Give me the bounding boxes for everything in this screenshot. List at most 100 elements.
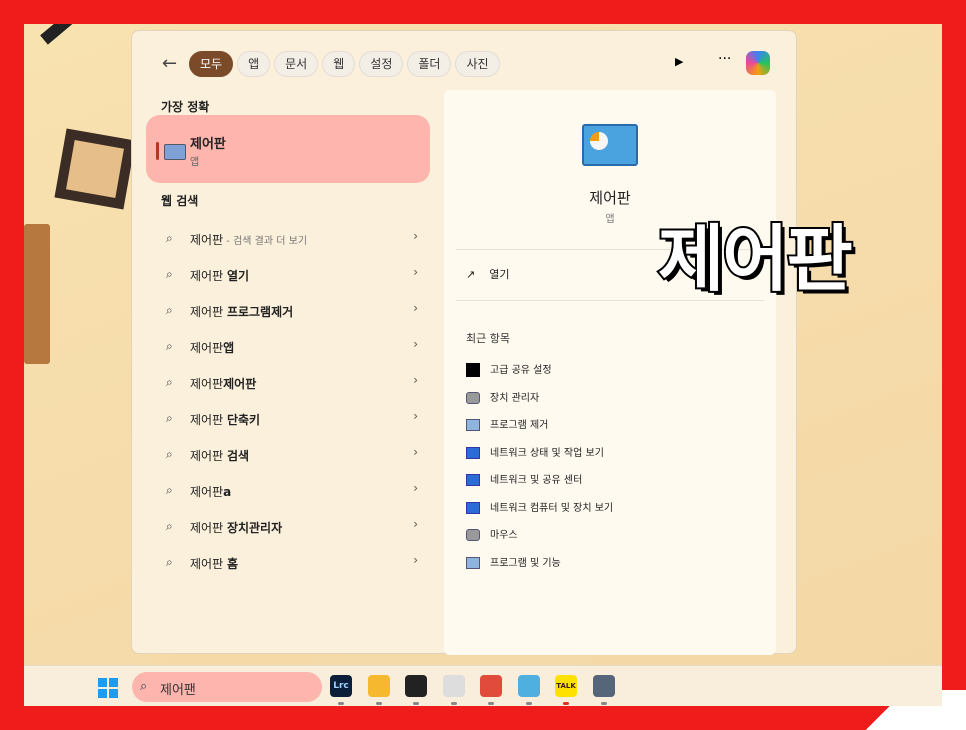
chevron-right-icon[interactable]: › — [413, 517, 418, 531]
chevron-right-icon[interactable]: › — [413, 481, 418, 495]
web-search-item[interactable]: ⌕ 제어판 장치관리자 › — [146, 510, 430, 544]
app-label: TALK — [556, 682, 576, 690]
control-panel-large-icon — [582, 124, 638, 166]
file-explorer-icon[interactable] — [367, 675, 390, 705]
search-icon: ⌕ — [166, 447, 173, 461]
web-search-label: 제어판a — [190, 485, 232, 499]
chevron-right-icon[interactable]: › — [413, 337, 418, 351]
chevron-right-icon[interactable]: › — [413, 553, 418, 567]
filter-chips: 모두 앱 문서 웹 설정 폴더 사진 — [189, 51, 500, 77]
windows-start-icon[interactable] — [98, 678, 118, 698]
filter-chip[interactable]: 앱 — [237, 51, 271, 77]
overlay-title: 제어판 — [656, 215, 855, 303]
recent-item[interactable]: 네트워크 상태 및 작업 보기 — [466, 444, 604, 459]
black-icon — [466, 363, 480, 377]
chevron-right-icon[interactable]: › — [413, 301, 418, 315]
search-panel: ← 모두 앱 문서 웹 설정 폴더 사진 ▶ ··· 가장 정확 제어판 앱 웹 검색 ⌕ 제… — [131, 30, 797, 655]
search-icon: ⌕ — [166, 483, 173, 497]
search-icon: ⌕ — [166, 375, 173, 389]
settings-icon[interactable] — [592, 675, 615, 705]
recent-item-label: 네트워크 상태 및 작업 보기 — [490, 447, 604, 459]
web-search-label: 제어판 프로그램제거 — [190, 305, 294, 319]
web-search-item[interactable]: ⌕ 제어판 프로그램제거 › — [146, 294, 430, 328]
obs-icon[interactable] — [405, 675, 427, 705]
search-icon: ⌕ — [166, 339, 173, 353]
web-search-item[interactable]: ⌕ 제어판a › — [146, 474, 430, 508]
best-match-item[interactable]: 제어판 앱 — [146, 115, 430, 183]
web-search-item[interactable]: ⌕ 제어판 홈 › — [146, 546, 430, 580]
web-search-label: 제어판 열기 — [190, 269, 250, 283]
prog-icon — [466, 419, 480, 431]
recent-item-label: 네트워크 컴퓨터 및 장치 보기 — [490, 502, 614, 514]
web-search-label: 제어판 홈 — [190, 557, 238, 571]
chevron-right-icon[interactable]: › — [413, 373, 418, 387]
search-icon: ⌕ — [140, 679, 148, 694]
recent-item[interactable]: 장치 관리자 — [466, 389, 539, 404]
copilot-icon[interactable] — [746, 51, 770, 75]
notepad-icon[interactable] — [517, 675, 540, 705]
recent-item[interactable]: 프로그램 제거 — [466, 416, 548, 431]
web-search-label: 제어판제어판 — [190, 377, 257, 391]
web-search-item[interactable]: ⌕ 제어판 - 검색 결과 더 보기 › — [146, 222, 430, 256]
recent-item-label: 프로그램 제거 — [490, 420, 549, 431]
taskbar-search-input[interactable]: ⌕ 제어팬 — [132, 672, 322, 702]
filter-chip[interactable]: 사진 — [455, 51, 500, 77]
open-external-icon: ↗ — [466, 268, 476, 281]
filter-chip[interactable]: 웹 — [322, 51, 356, 77]
chevron-right-icon[interactable]: › — [413, 409, 418, 423]
filter-chip[interactable]: 모두 — [189, 51, 234, 77]
web-search-label: 제어판 장치관리자 — [190, 521, 283, 535]
web-search-item[interactable]: ⌕ 제어판 검색 › — [146, 438, 430, 472]
web-search-item[interactable]: ⌕ 제어판앱 › — [146, 330, 430, 364]
open-button[interactable]: ↗ 열기 — [466, 266, 509, 282]
open-label: 열기 — [489, 268, 510, 281]
recent-heading: 최근 항목 — [466, 332, 510, 345]
recent-item[interactable]: 고급 공유 설정 — [466, 361, 552, 377]
dev-icon — [466, 529, 480, 541]
web-search-item[interactable]: ⌕ 제어판 열기 › — [146, 258, 430, 292]
net-icon — [466, 474, 480, 486]
web-search-item[interactable]: ⌕ 제어판제어판 › — [146, 366, 430, 400]
chrome-icon[interactable] — [480, 675, 502, 705]
best-match-heading: 가장 정확 — [161, 100, 210, 114]
dev-icon — [466, 391, 480, 404]
search-value: 제어팬 — [160, 683, 196, 698]
filter-chip[interactable]: 폴더 — [407, 51, 452, 77]
web-search-label: 제어판 단축키 — [190, 413, 261, 427]
filter-chip[interactable]: 문서 — [274, 51, 319, 77]
chevron-right-icon[interactable]: › — [413, 229, 418, 243]
control-panel-icon — [164, 144, 186, 160]
search-icon: ⌕ — [166, 519, 173, 533]
kakaotalk-icon[interactable]: TALK — [555, 675, 577, 705]
recent-item-label: 네트워크 및 공유 센터 — [490, 475, 583, 486]
recent-item-label: 고급 공유 설정 — [490, 365, 552, 376]
recent-item[interactable]: 프로그램 및 기능 — [466, 554, 561, 569]
taskbar: ⌕ 제어팬 Lrc TALK — [24, 665, 942, 706]
recent-item[interactable]: 네트워크 및 공유 센터 — [466, 471, 582, 486]
search-icon: ⌕ — [166, 231, 173, 245]
best-match-subtitle: 앱 — [190, 157, 200, 168]
chevron-right-icon[interactable]: › — [413, 265, 418, 279]
filter-chip[interactable]: 설정 — [359, 51, 404, 77]
selection-indicator — [156, 142, 159, 160]
desktop: ← 모두 앱 문서 웹 설정 폴더 사진 ▶ ··· 가장 정확 제어판 앱 웹 검색 ⌕ 제… — [24, 24, 942, 706]
back-button[interactable]: ← — [162, 53, 177, 74]
web-search-item[interactable]: ⌕ 제어판 단축키 › — [146, 402, 430, 436]
recent-item[interactable]: 마우스 — [466, 526, 518, 541]
chevron-right-icon[interactable]: › — [413, 445, 418, 459]
app-label: Lrc — [333, 681, 349, 691]
powder-compact — [54, 128, 136, 210]
web-search-heading: 웹 검색 — [161, 194, 199, 208]
play-icon[interactable]: ▶ — [675, 55, 683, 68]
prog-icon — [466, 556, 480, 569]
recent-item[interactable]: 네트워크 컴퓨터 및 장치 보기 — [466, 499, 613, 514]
more-options-icon[interactable]: ··· — [718, 51, 731, 67]
lightroom-icon[interactable]: Lrc — [330, 675, 352, 705]
recent-item-label: 장치 관리자 — [490, 392, 540, 404]
web-search-label: 제어판 - 검색 결과 더 보기 — [190, 233, 308, 247]
makeup-brush — [40, 24, 140, 45]
web-search-label: 제어판 검색 — [190, 449, 250, 463]
app-4-icon[interactable] — [442, 675, 465, 705]
net-icon — [466, 501, 480, 514]
detail-pane: 제어판 앱 ↗ 열기 최근 항목 고급 공유 설정 장치 관리자 프로그램 제거 네트워… — [444, 90, 776, 655]
